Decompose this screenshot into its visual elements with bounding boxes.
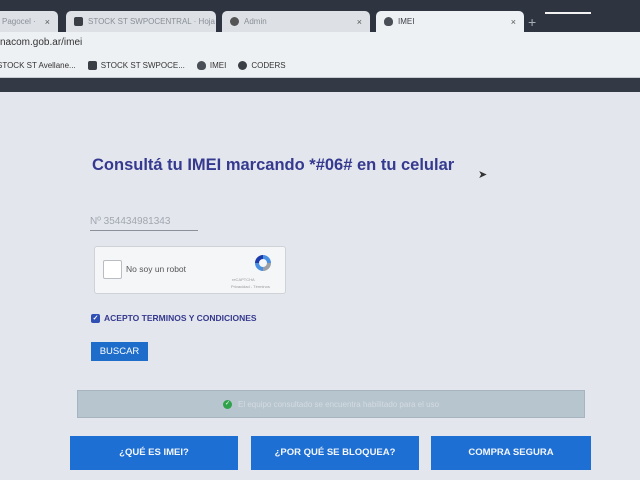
bookmark-label: CODERS xyxy=(251,61,286,70)
site-header-bar xyxy=(0,78,640,92)
bookmark-label: STOCK ST Avellane... xyxy=(0,61,76,70)
terms-label: ACEPTO TERMINOS Y CONDICIONES xyxy=(104,313,257,323)
url-text[interactable]: nacom.gob.ar/imei xyxy=(0,37,82,48)
close-icon[interactable]: × xyxy=(45,17,50,27)
recaptcha-widget: No soy un robot reCAPTCHA Privacidad - T… xyxy=(94,246,286,294)
sheets-icon xyxy=(74,17,83,26)
globe-icon xyxy=(230,17,239,26)
mouse-cursor-icon: ➤ xyxy=(478,169,488,181)
bookmark-item[interactable]: STOCK ST Avellane... xyxy=(0,61,76,70)
what-is-imei-button[interactable]: ¿QUÉ ES IMEI? xyxy=(70,436,238,470)
window-control[interactable] xyxy=(545,12,591,14)
search-button[interactable]: BUSCAR xyxy=(91,342,148,361)
globe-icon xyxy=(238,61,248,70)
recaptcha-logo-icon xyxy=(255,255,271,271)
page-title: Consultá tu IMEI marcando *#06# en tu ce… xyxy=(92,156,455,174)
recaptcha-checkbox[interactable] xyxy=(103,260,122,279)
why-blocked-button[interactable]: ¿POR QUÉ SE BLOQUEA? xyxy=(251,436,419,470)
recaptcha-brand: reCAPTCHA xyxy=(232,277,255,282)
result-banner: ✓ El equipo consultado se encuentra habi… xyxy=(77,390,585,418)
terms-checkbox-row[interactable]: ✓ ACEPTO TERMINOS Y CONDICIONES xyxy=(91,313,257,323)
safe-purchase-button[interactable]: COMPRA SEGURA xyxy=(431,436,591,470)
tab-title: IMEI xyxy=(398,17,415,26)
bookmarks-bar: STOCK ST Avellane... STOCK ST SWPOCE... … xyxy=(0,54,640,78)
close-icon[interactable]: × xyxy=(511,17,516,27)
tab-title: STOCK ST SWPOCENTRAL · Hoja d xyxy=(88,17,216,26)
bookmark-item[interactable]: STOCK ST SWPOCE... xyxy=(87,61,185,70)
site-icon xyxy=(196,61,206,70)
bookmark-item[interactable]: CODERS xyxy=(238,61,286,70)
imei-input[interactable]: Nº 354434981343 xyxy=(90,216,198,231)
new-tab-icon[interactable]: + xyxy=(528,14,536,30)
browser-tab-active[interactable]: IMEI × xyxy=(376,11,524,32)
browser-tab[interactable]: STOCK ST SWPOCENTRAL · Hoja d × xyxy=(66,11,216,32)
browser-tab-strip: Pagocel · × STOCK ST SWPOCENTRAL · Hoja … xyxy=(0,0,640,32)
bookmark-label: IMEI xyxy=(209,61,227,70)
check-circle-icon: ✓ xyxy=(222,399,232,409)
tab-title: Admin xyxy=(244,17,267,26)
close-icon[interactable]: × xyxy=(357,17,362,27)
site-icon xyxy=(384,17,393,26)
checkbox-checked-icon[interactable]: ✓ xyxy=(91,313,100,323)
recaptcha-links[interactable]: Privacidad - Términos xyxy=(231,284,270,289)
page-content: Consultá tu IMEI marcando *#06# en tu ce… xyxy=(0,92,640,480)
result-message: El equipo consultado se encuentra habili… xyxy=(237,399,440,409)
sheets-icon xyxy=(87,61,97,70)
browser-tab[interactable]: Pagocel · × xyxy=(0,11,58,32)
bookmark-item[interactable]: IMEI xyxy=(196,61,227,70)
recaptcha-label: No soy un robot xyxy=(126,264,187,274)
address-bar[interactable]: nacom.gob.ar/imei xyxy=(0,32,640,54)
bookmark-label: STOCK ST SWPOCE... xyxy=(100,61,185,70)
browser-tab[interactable]: Admin × xyxy=(222,11,370,32)
tab-title: Pagocel · xyxy=(2,17,36,26)
